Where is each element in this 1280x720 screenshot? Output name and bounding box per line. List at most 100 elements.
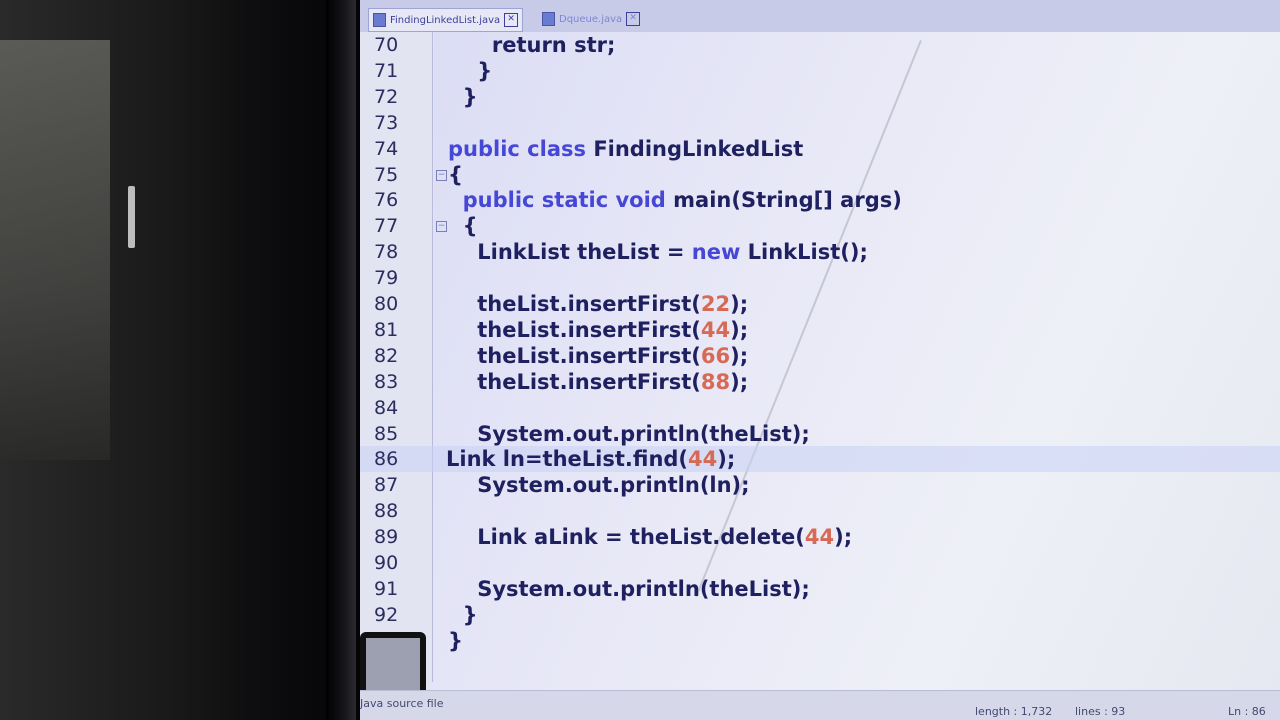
code-token: { [448,162,463,187]
code-text: { [448,213,478,239]
number-token: 88 [700,369,731,394]
camera-obstruction [360,632,426,696]
number-token: 44 [804,525,835,550]
line-number: 70 [374,34,399,56]
bezel-slot [128,186,135,248]
code-line[interactable]: 76 public static void main(String[] args… [360,187,1280,213]
code-line[interactable]: 81 theList.insertFirst(44); [360,317,1280,343]
file-type-label: Java source file [360,697,444,710]
code-token: theList.insertFirst( [448,343,701,368]
code-token: return str; [448,33,616,57]
line-number: 78 [374,241,399,264]
editor-window: FindingLinkedList.java ✕ Dqueue.java ✕ 7… [360,0,1280,720]
code-line[interactable]: 91 System.out.println(theList); [360,576,1280,602]
close-icon[interactable]: ✕ [626,12,641,26]
code-text: theList.insertFirst(66); [448,343,748,369]
number-token: 44 [700,317,731,342]
line-number: 91 [374,577,399,600]
code-line[interactable]: 89 Link aLink = theList.delete(44); [360,524,1280,550]
code-token: Link ln=theList.find( [446,447,689,472]
tab-findinglinkedlist[interactable]: FindingLinkedList.java ✕ [368,8,524,32]
code-line[interactable]: 71 } [360,58,1280,84]
code-text: } [448,58,492,84]
line-number: 73 [374,111,399,134]
code-token: } [448,58,493,83]
tab-dqueue[interactable]: Dqueue.java ✕ [538,8,644,30]
code-token: FindingLinkedList [593,136,804,161]
cursor-line-readout: Ln : 86 [1228,705,1266,718]
code-line[interactable]: 85 System.out.println(theList); [360,421,1280,447]
line-number: 77 [374,215,399,238]
code-line[interactable]: 78 LinkList theList = new LinkList(); [360,239,1280,265]
lines-readout: lines : 93 [1075,705,1126,718]
code-token: } [448,602,478,627]
line-number: 84 [374,396,399,419]
line-number: 72 [374,85,399,108]
code-line[interactable]: 88 [360,498,1280,524]
code-token: ); [730,292,749,316]
line-number: 71 [374,59,399,82]
code-line[interactable]: 87 System.out.println(ln); [360,472,1280,498]
code-token: ); [730,369,749,394]
line-number: 76 [374,189,399,212]
keyword-token: public class [448,136,594,161]
line-number: 89 [374,526,399,549]
code-text: public class FindingLinkedList [448,136,803,162]
code-line[interactable]: 90 [360,550,1280,576]
fold-toggle-icon[interactable]: − [436,221,447,233]
code-line[interactable]: 75 −{ [360,162,1280,188]
code-token: System.out.println(ln); [448,473,750,498]
code-text: theList.insertFirst(88); [448,369,748,395]
code-line[interactable]: 77 − { [360,213,1280,239]
code-token: } [448,628,463,653]
code-line[interactable]: 92 } [360,602,1280,628]
code-text: Link ln=theList.find(44); [446,446,735,472]
bezel-glare [0,40,110,460]
code-line[interactable]: } [360,628,1280,654]
code-token: main(String[] args) [673,188,902,213]
code-text: } [448,602,478,628]
code-token: theList.insertFirst( [448,292,701,316]
code-line[interactable]: 83 theList.insertFirst(88); [360,369,1280,395]
keyword-token: public static void [448,188,674,213]
number-token: 66 [700,343,731,368]
code-token: System.out.println(theList); [448,576,810,601]
line-number: 80 [374,293,399,315]
code-token: ); [730,343,749,368]
line-number: 81 [374,318,399,341]
code-token: theList.insertFirst( [448,369,701,394]
line-number: 79 [374,267,399,290]
length-readout: length : 1,732 [975,705,1053,718]
code-line[interactable]: 74 public class FindingLinkedList [360,136,1280,162]
line-number: 74 [374,137,399,160]
code-text: public static void main(String[] args) [448,187,902,213]
code-line[interactable]: 80 theList.insertFirst(22); [360,291,1280,317]
code-text: return str; [448,32,616,58]
line-number: 85 [374,422,399,445]
code-token: LinkList(); [747,240,868,265]
code-line[interactable]: 86 Link ln=theList.find(44); [360,446,1280,473]
code-line[interactable]: 70 return str; [360,32,1280,58]
number-token: 44 [688,447,718,472]
fold-toggle-icon[interactable]: − [436,169,447,181]
code-line[interactable]: 82 theList.insertFirst(66); [360,343,1280,369]
code-token: Link aLink = theList.delete( [448,525,805,550]
number-token: 22 [700,292,731,316]
code-token: ); [717,447,736,472]
editor-tab-bar: FindingLinkedList.java ✕ Dqueue.java ✕ [360,0,1280,32]
code-line[interactable]: 79 [360,265,1280,291]
code-text: { [448,162,463,188]
status-bar: Java source file length : 1,732 lines : … [360,690,1280,720]
code-line[interactable]: 72 } [360,84,1280,110]
code-token: System.out.println(theList); [448,421,810,446]
code-line[interactable]: 84 [360,395,1280,421]
code-line[interactable]: 73 [360,110,1280,136]
code-token: LinkList theList = [448,240,692,265]
close-icon[interactable]: ✕ [504,13,519,27]
code-text: Link aLink = theList.delete(44); [448,524,852,550]
line-number: 83 [374,370,399,393]
code-text: System.out.println(ln); [448,472,750,498]
code-text: } [448,628,463,654]
line-number: 75 [374,163,399,186]
code-text: System.out.println(theList); [448,421,810,447]
